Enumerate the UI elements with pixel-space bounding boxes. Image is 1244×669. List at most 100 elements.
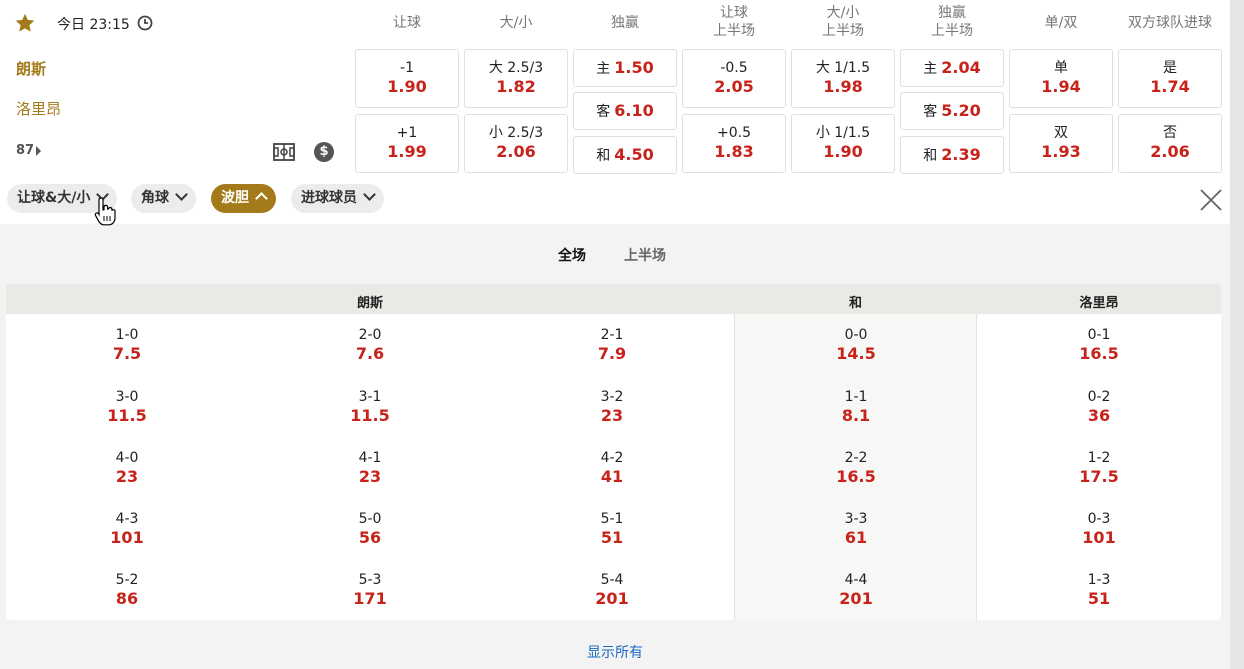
score-cell[interactable]: 5-0 56 xyxy=(310,510,430,548)
chip-corners[interactable]: 角球 xyxy=(131,184,196,213)
play-arrow-icon[interactable] xyxy=(36,146,41,156)
odds-value: 2.04 xyxy=(941,58,981,77)
score-label: 5-0 xyxy=(358,511,382,527)
score-cell[interactable]: 4-1 23 xyxy=(310,449,430,487)
star-icon[interactable] xyxy=(14,12,36,34)
market-header-handicap: 让球 xyxy=(355,14,459,32)
odds-value: 1.74 xyxy=(1150,77,1190,96)
odds-value: 1.83 xyxy=(714,142,754,161)
score-cell[interactable]: 4-3 101 xyxy=(67,510,187,548)
score-odds: 201 xyxy=(595,589,629,608)
odds-cell-first-half-handicap[interactable]: +0.5 1.83 xyxy=(682,114,786,173)
score-label: 4-2 xyxy=(600,450,624,466)
dollar-icon[interactable]: $ xyxy=(314,142,334,162)
score-odds: 51 xyxy=(1087,589,1111,608)
show-all-link[interactable]: 显示所有 xyxy=(0,642,1230,662)
score-cell[interactable]: 5-3 171 xyxy=(310,571,430,609)
score-cell[interactable]: 1-3 51 xyxy=(1039,571,1159,609)
score-odds: 201 xyxy=(839,589,873,608)
odds-cell-handicap[interactable]: +1 1.99 xyxy=(355,114,459,173)
odds-cell-match-winner[interactable]: 和 4.50 xyxy=(573,136,677,174)
odds-cell-odd-even[interactable]: 双 1.93 xyxy=(1009,114,1113,173)
odds-value: 1.94 xyxy=(1041,77,1081,96)
market-header-first-half-handicap: 让球 上半场 xyxy=(682,4,786,40)
score-cell[interactable]: 1-0 7.5 xyxy=(67,326,187,364)
market-header-line: 让球 xyxy=(393,15,421,31)
score-label: 1-1 xyxy=(844,389,868,405)
score-odds: 86 xyxy=(115,589,139,608)
tab-full-time[interactable]: 全场 xyxy=(558,245,586,265)
scrollbar[interactable] xyxy=(1230,0,1244,669)
score-label: 5-4 xyxy=(600,572,624,588)
score-cell[interactable]: 5-2 86 xyxy=(67,571,187,609)
odds-cell-first-half-winner[interactable]: 客 5.20 xyxy=(900,92,1004,130)
score-cell[interactable]: 0-3 101 xyxy=(1039,510,1159,548)
score-cell[interactable]: 5-1 51 xyxy=(552,510,672,548)
score-cell[interactable]: 4-0 23 xyxy=(67,449,187,487)
market-header-over-under: 大/小 xyxy=(464,14,568,32)
home-team[interactable]: 朗斯 xyxy=(16,58,46,79)
score-cell[interactable]: 0-1 16.5 xyxy=(1039,326,1159,364)
odds-cell-match-winner[interactable]: 主 1.50 xyxy=(573,49,677,87)
score-label: 1-2 xyxy=(1087,450,1111,466)
score-odds: 8.1 xyxy=(841,406,871,425)
score-cell[interactable]: 4-2 41 xyxy=(552,449,672,487)
score-label: 0-1 xyxy=(1087,327,1111,343)
odds-value: 6.10 xyxy=(614,101,654,120)
odds-value: 1.98 xyxy=(823,77,863,96)
odds-cell-odd-even[interactable]: 单 1.94 xyxy=(1009,49,1113,108)
score-odds: 7.6 xyxy=(355,344,385,363)
odds-label: 客 xyxy=(596,104,611,120)
score-cell[interactable]: 3-3 61 xyxy=(796,510,916,548)
odds-value: 1.90 xyxy=(387,77,427,96)
score-cell[interactable]: 0-2 36 xyxy=(1039,388,1159,426)
chevron-down-icon xyxy=(175,188,188,201)
odds-cell-both-teams-score[interactable]: 否 2.06 xyxy=(1118,114,1222,173)
away-team[interactable]: 洛里昂 xyxy=(16,98,61,119)
score-cell[interactable]: 2-1 7.9 xyxy=(552,326,672,364)
odds-cell-handicap[interactable]: -1 1.90 xyxy=(355,49,459,108)
pitch-icon[interactable] xyxy=(273,142,295,162)
score-cell[interactable]: 4-4 201 xyxy=(796,571,916,609)
chip-correct-score[interactable]: 波胆 xyxy=(211,184,276,213)
score-odds: 23 xyxy=(600,406,624,425)
odds-cell-first-half-winner[interactable]: 和 2.39 xyxy=(900,136,1004,174)
odds-cell-first-half-winner[interactable]: 主 2.04 xyxy=(900,49,1004,87)
score-odds: 16.5 xyxy=(1079,344,1119,363)
odds-cell-first-half-over-under[interactable]: 小 1/1.5 1.90 xyxy=(791,114,895,173)
score-label: 4-3 xyxy=(115,511,139,527)
score-cell[interactable]: 5-4 201 xyxy=(552,571,672,609)
odds-cell-first-half-handicap[interactable]: -0.5 2.05 xyxy=(682,49,786,108)
score-label: 4-1 xyxy=(358,450,382,466)
score-cell[interactable]: 3-0 11.5 xyxy=(67,388,187,426)
odds-label: -1 xyxy=(400,60,414,76)
score-cell[interactable]: 0-0 14.5 xyxy=(796,326,916,364)
score-cell[interactable]: 1-1 8.1 xyxy=(796,388,916,426)
score-odds: 11.5 xyxy=(350,406,390,425)
score-label: 3-0 xyxy=(115,389,139,405)
score-cell[interactable]: 2-2 16.5 xyxy=(796,449,916,487)
odds-cell-match-winner[interactable]: 客 6.10 xyxy=(573,92,677,130)
odds-cell-both-teams-score[interactable]: 是 1.74 xyxy=(1118,49,1222,108)
score-odds: 171 xyxy=(353,589,387,608)
score-cell[interactable]: 2-0 7.6 xyxy=(310,326,430,364)
odds-cell-over-under[interactable]: 大 2.5/3 1.82 xyxy=(464,49,568,108)
score-odds: 36 xyxy=(1087,406,1111,425)
match-minute[interactable]: 87 xyxy=(16,143,34,158)
market-header-line: 独赢 xyxy=(938,5,966,21)
chip-goalscorer[interactable]: 进球球员 xyxy=(291,184,384,213)
close-icon[interactable] xyxy=(1198,187,1224,213)
score-cell[interactable]: 1-2 17.5 xyxy=(1039,449,1159,487)
score-odds: 41 xyxy=(600,467,624,486)
score-label: 0-0 xyxy=(844,327,868,343)
market-header-match-winner: 独赢 xyxy=(573,14,677,32)
odds-label: 和 xyxy=(923,148,938,164)
page: 今日 23:15 朗斯 洛里昂 87 $ 让球 -1 1.90 +1 1.99 大/小大 … xyxy=(0,0,1230,669)
score-label: 5-3 xyxy=(358,572,382,588)
score-odds: 14.5 xyxy=(836,344,876,363)
odds-cell-over-under[interactable]: 小 2.5/3 2.06 xyxy=(464,114,568,173)
score-cell[interactable]: 3-2 23 xyxy=(552,388,672,426)
score-cell[interactable]: 3-1 11.5 xyxy=(310,388,430,426)
odds-cell-first-half-over-under[interactable]: 大 1/1.5 1.98 xyxy=(791,49,895,108)
tab-first-half[interactable]: 上半场 xyxy=(624,245,666,265)
